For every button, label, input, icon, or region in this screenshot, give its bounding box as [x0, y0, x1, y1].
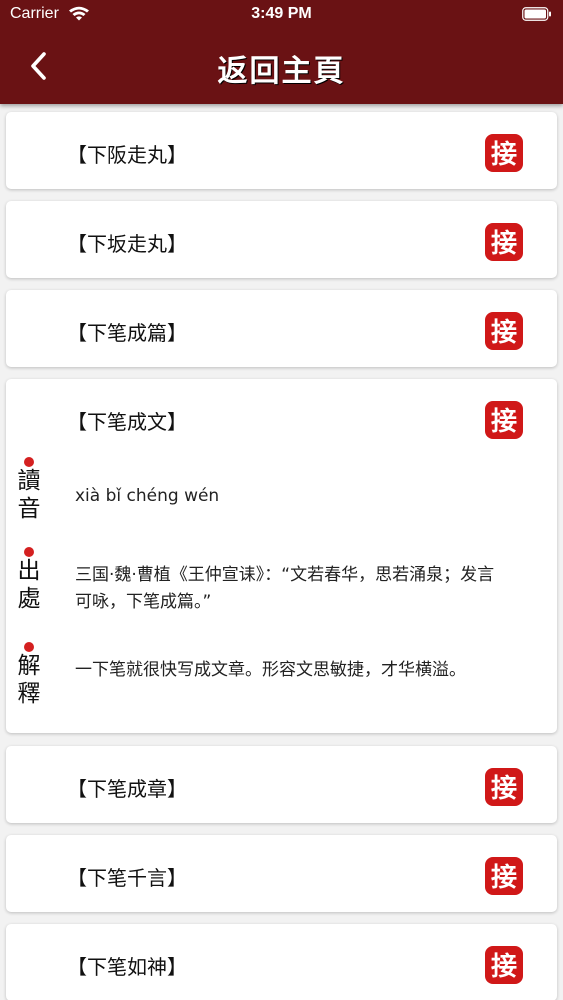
idiom-title: 【下笔成篇】: [67, 321, 187, 345]
seal-stamp-icon: 接: [485, 857, 523, 895]
origin-label: 出 處: [14, 547, 44, 613]
list-item[interactable]: 【下阪走丸】 接: [6, 112, 557, 189]
idiom-title: 【下笔千言】: [67, 866, 187, 890]
seal-stamp-icon: 接: [485, 312, 523, 350]
idiom-title: 【下阪走丸】: [67, 143, 187, 167]
status-bar: Carrier 3:49 PM: [0, 0, 563, 30]
seal-stamp-button[interactable]: 接: [484, 133, 524, 173]
red-dot-icon: [24, 642, 34, 652]
pronunciation-label: 讀 音: [14, 457, 44, 523]
seal-stamp-button[interactable]: 接: [484, 856, 524, 896]
idiom-title: 【下坂走丸】: [67, 232, 187, 256]
red-dot-icon: [24, 457, 34, 467]
status-time: 3:49 PM: [251, 5, 312, 22]
idiom-title: 【下笔成文】: [67, 410, 187, 434]
svg-text:接: 接: [491, 407, 517, 437]
svg-text:接: 接: [491, 952, 517, 982]
seal-stamp-button[interactable]: 接: [484, 767, 524, 807]
list-item[interactable]: 【下笔千言】 接: [6, 835, 557, 912]
meaning-text: 一下笔就很快写成文章。形容文思敏捷，才华横溢。: [75, 660, 466, 680]
back-to-home-title[interactable]: 返回主頁: [0, 46, 563, 90]
pinyin-text: xià bǐ chéng wén: [75, 486, 220, 506]
seal-stamp-icon: 接: [485, 223, 523, 261]
svg-text:接: 接: [491, 140, 517, 170]
svg-text:接: 接: [491, 774, 517, 804]
explanation-label: 解 釋: [14, 642, 44, 708]
list-item[interactable]: 【下笔成篇】 接: [6, 290, 557, 367]
seal-stamp-icon: 接: [485, 946, 523, 984]
svg-text:接: 接: [491, 229, 517, 259]
battery-icon: [522, 7, 551, 21]
seal-stamp-button[interactable]: 接: [484, 945, 524, 985]
list-item-expanded[interactable]: 【下笔成文】 接 讀 音 出 處 解 釋 xià bǐ chéng wén 三国…: [6, 379, 557, 733]
list-item[interactable]: 【下坂走丸】 接: [6, 201, 557, 278]
list-item[interactable]: 【下笔成章】 接: [6, 746, 557, 823]
seal-stamp-icon: 接: [485, 134, 523, 172]
seal-stamp-button[interactable]: 接: [484, 222, 524, 262]
seal-stamp-icon: 接: [485, 401, 523, 439]
seal-stamp-button[interactable]: 接: [484, 311, 524, 351]
idiom-title: 【下笔成章】: [67, 777, 187, 801]
seal-stamp-button[interactable]: 接: [484, 400, 524, 440]
navigation-header: Carrier 3:49 PM 返回主頁: [0, 0, 563, 104]
list-item[interactable]: 【下笔如神】 接: [6, 924, 557, 1000]
red-dot-icon: [24, 547, 34, 557]
idiom-title: 【下笔如神】: [67, 955, 187, 979]
seal-stamp-icon: 接: [485, 768, 523, 806]
svg-text:接: 接: [491, 318, 517, 348]
svg-text:接: 接: [491, 863, 517, 893]
source-text: 三国·魏·曹植《王仲宣诔》：“文若春华，思若涌泉；发言可咏，下笔成篇。”: [75, 565, 495, 612]
